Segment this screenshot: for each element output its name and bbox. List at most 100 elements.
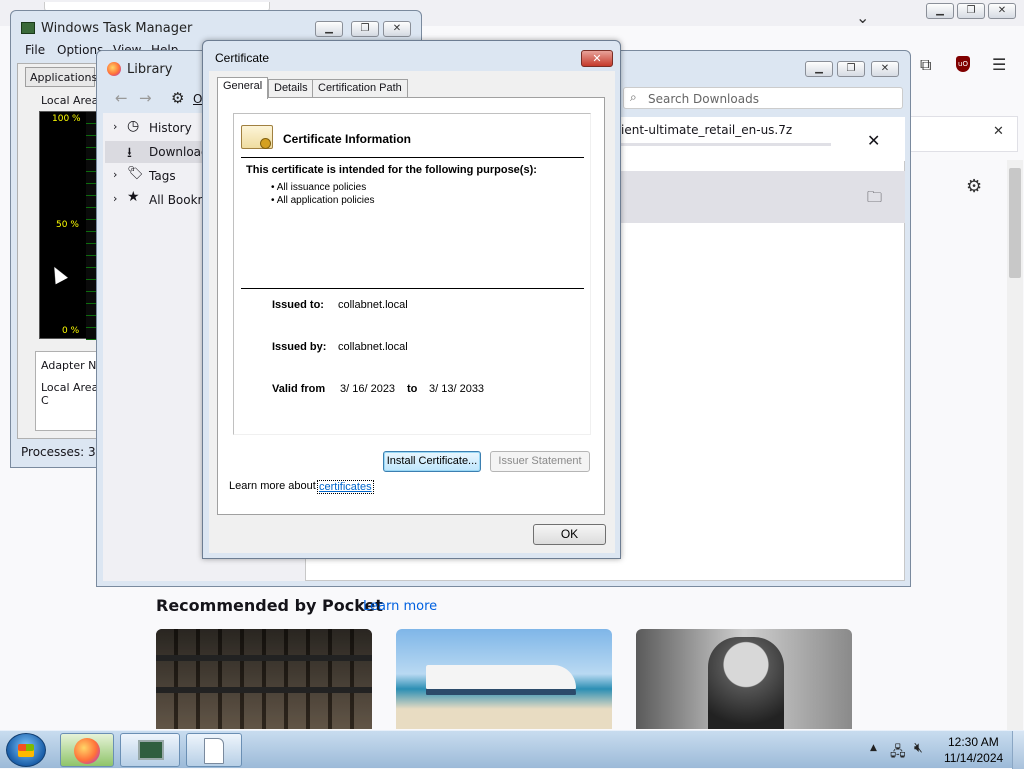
sidebar-label-tags: Tags: [149, 169, 176, 183]
learn-more-text: Learn more about: [229, 480, 316, 492]
library-title: Library: [127, 62, 173, 77]
heading-divider: [241, 157, 584, 158]
star-icon: ★: [127, 189, 140, 205]
taskmgr-menu-file[interactable]: File: [25, 43, 45, 57]
network-tray-icon[interactable]: 🖧: [890, 741, 906, 765]
portrait-image: [708, 637, 784, 729]
adapter-row[interactable]: Local Area C: [41, 381, 104, 407]
page-scrollbar[interactable]: [1007, 160, 1023, 730]
task-manager-title: Windows Task Manager: [41, 21, 193, 36]
purpose-item: • All application policies: [271, 195, 375, 206]
adapter-list[interactable]: Adapter Na Local Area C: [35, 351, 105, 431]
purpose-item: • All issuance policies: [271, 182, 367, 193]
taskbar-firefox-button[interactable]: [60, 733, 114, 767]
purpose-heading: This certificate is intended for the fol…: [246, 164, 537, 176]
download-progress: [621, 143, 831, 146]
grocery-shelf-row: [156, 655, 372, 661]
open-folder-icon[interactable]: 🗀: [867, 187, 882, 212]
issuer-statement-button[interactable]: Issuer Statement: [490, 451, 590, 472]
issued-by-value: collabnet.local: [338, 341, 408, 353]
valid-from-value: 3/ 16/ 2023: [340, 383, 396, 395]
download-filename: ient-ultimate_retail_en-us.7z: [621, 123, 793, 137]
taskmgr-maximize-button[interactable]: ❐: [351, 21, 379, 37]
issued-to-value: collabnet.local: [338, 299, 408, 311]
grocery-shelf-row: [156, 687, 372, 693]
valid-to-label: to: [407, 383, 418, 395]
certificate-icon: [241, 125, 273, 149]
library-forward-icon[interactable]: →: [139, 89, 152, 107]
start-button[interactable]: [6, 733, 46, 767]
firefox-minimize-button[interactable]: ▁: [926, 3, 954, 19]
pocket-title: Recommended by Pocket: [156, 596, 383, 615]
graph-y-bottom: 0 %: [62, 326, 80, 336]
pocket-card-cruise[interactable]: [396, 629, 612, 729]
library-organize-gear-icon[interactable]: ⚙: [171, 89, 184, 107]
tab-certification-path[interactable]: Certification Path: [312, 79, 408, 97]
menu-hamburger-icon[interactable]: ☰: [992, 55, 1006, 74]
scrollbar-thumb[interactable]: [1009, 168, 1021, 278]
firefox-close-button[interactable]: ✕: [988, 3, 1016, 19]
expand-arrow-icon: ›: [113, 120, 118, 133]
taskbar: ▲ 🖧 🔇︎ 12:30 AM 11/14/2024: [0, 730, 1024, 769]
windows-logo-icon: [18, 744, 34, 757]
taskmgr-minimize-button[interactable]: ▁: [315, 21, 343, 37]
show-desktop-button[interactable]: [1012, 731, 1024, 769]
pocket-card-groceries[interactable]: [156, 629, 372, 729]
search-icon: ⌕: [630, 90, 637, 104]
firefox-icon: [74, 738, 100, 764]
certificate-seal-icon: [260, 138, 271, 149]
banner-close-icon[interactable]: ✕: [993, 124, 1004, 139]
certificate-info-heading: Certificate Information: [283, 132, 412, 146]
download-arrow-icon: ⭳: [127, 145, 132, 161]
grocery-shelf-image: [156, 629, 372, 729]
tab-applications[interactable]: Applications: [25, 67, 97, 87]
purpose-divider: [241, 288, 584, 289]
newtab-settings-icon[interactable]: ⚙: [966, 176, 982, 197]
task-manager-icon: [21, 22, 35, 34]
history-clock-icon: ◷: [127, 118, 140, 134]
taskmgr-status-processes: Processes: 36: [21, 445, 104, 459]
adapter-header[interactable]: Adapter Na: [41, 359, 103, 372]
clock-date[interactable]: 11/14/2024: [944, 751, 1003, 765]
network-graph: 100 % 50 % 0 %: [39, 111, 99, 340]
ublock-icon[interactable]: uO: [956, 56, 970, 72]
tab-general[interactable]: General: [217, 77, 269, 99]
library-search-box[interactable]: ⌕ Search Downloads: [623, 87, 903, 109]
volume-muted-icon[interactable]: 🔇︎: [914, 740, 923, 756]
library-close-button[interactable]: ✕: [871, 61, 899, 77]
clock-time[interactable]: 12:30 AM: [948, 735, 999, 749]
valid-to-value: 3/ 13/ 2033: [429, 383, 485, 395]
taskbar-file-button[interactable]: [186, 733, 242, 767]
document-icon: [204, 738, 224, 764]
ok-button[interactable]: OK: [533, 524, 606, 545]
install-certificate-button[interactable]: Install Certificate...: [383, 451, 481, 472]
expand-arrow-icon: ›: [113, 192, 118, 205]
taskbar-taskmgr-button[interactable]: [120, 733, 180, 767]
issued-by-label: Issued by:: [272, 341, 327, 353]
graph-y-mid: 50 %: [56, 220, 79, 230]
extensions-icon[interactable]: ⧉: [920, 55, 931, 75]
sidebar-label-history: History: [149, 121, 192, 135]
issued-to-label: Issued to:: [272, 299, 324, 311]
cancel-download-icon[interactable]: ✕: [867, 131, 880, 150]
sidebar-label-all-bookmarks: All Bookm: [149, 193, 210, 207]
show-hidden-icons-icon[interactable]: ▲: [870, 743, 877, 753]
tab-details[interactable]: Details: [268, 79, 314, 97]
library-minimize-button[interactable]: ▁: [805, 61, 833, 77]
search-downloads-placeholder: Search Downloads: [648, 92, 759, 106]
library-firefox-icon: [107, 62, 121, 76]
tab-list-chevron[interactable]: ⌄: [856, 8, 869, 27]
library-maximize-button[interactable]: ❐: [837, 61, 865, 77]
library-back-icon[interactable]: ←: [115, 89, 128, 107]
pocket-learn-more-link[interactable]: Learn more: [363, 599, 437, 614]
tag-icon: 🏷︎: [127, 166, 144, 181]
pocket-card-portrait[interactable]: [636, 629, 852, 729]
graph-y-top: 100 %: [52, 114, 81, 124]
task-manager-app-icon: [138, 740, 164, 760]
expand-arrow-icon: ›: [113, 168, 118, 181]
certificate-close-button[interactable]: ✕: [581, 50, 613, 67]
certificates-link[interactable]: certificates: [317, 480, 374, 494]
cruise-ship-image: [426, 665, 576, 689]
taskmgr-close-button[interactable]: ✕: [383, 21, 411, 37]
firefox-maximize-button[interactable]: ❐: [957, 3, 985, 19]
